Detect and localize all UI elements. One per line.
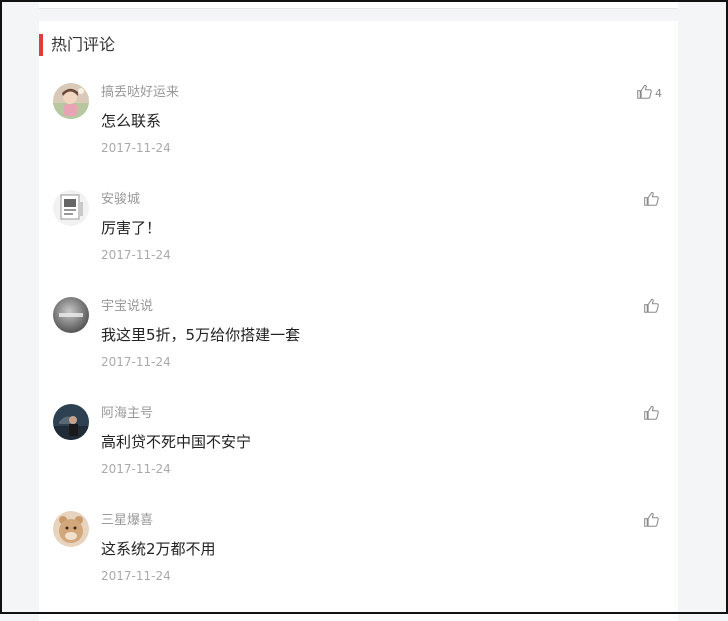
comment-text: 我这里5折，5万给你搭建一套 <box>101 326 301 344</box>
thumbs-up-icon <box>643 190 660 211</box>
comment-date: 2017-11-24 <box>101 462 171 476</box>
comment-username[interactable]: 宇宝说说 <box>101 298 153 316</box>
user-avatar[interactable] <box>53 190 89 226</box>
comment-item: 三星爆喜 这系统2万都不用 2017-11-24 <box>39 511 678 611</box>
comment-text: 高利贷不死中国不安宁 <box>101 433 252 451</box>
comment-text: 怎么联系 <box>101 112 162 130</box>
like-button[interactable] <box>643 511 662 531</box>
comment-text: 这系统2万都不用 <box>101 540 216 558</box>
comment-item: 阿海主号 高利贷不死中国不安宁 2017-11-24 <box>39 404 678 504</box>
comment-item: 搞丢哒好运来 怎么联系 2017-11-24 4 <box>39 83 678 183</box>
comment-item: 宇宝说说 我这里5折，5万给你搭建一套 2017-11-24 <box>39 297 678 397</box>
previous-card <box>39 0 678 9</box>
user-avatar[interactable] <box>53 297 89 333</box>
thumbs-up-icon <box>636 83 653 104</box>
user-avatar[interactable] <box>53 83 89 119</box>
thumbs-up-icon <box>643 297 660 318</box>
thumbs-up-icon <box>643 404 660 425</box>
comment-username[interactable]: 阿海主号 <box>101 405 153 423</box>
comment-username[interactable]: 搞丢哒好运来 <box>101 84 179 102</box>
like-button[interactable] <box>643 297 662 317</box>
comment-date: 2017-11-24 <box>101 141 171 155</box>
section-title: 热门评论 <box>39 34 115 56</box>
comment-date: 2017-11-24 <box>101 248 171 262</box>
like-button[interactable] <box>643 404 662 424</box>
hot-comments-panel: 热门评论 搞丢哒好运来 怎么联系 2017-11-24 4 安骏城 厉害了！ 2… <box>39 21 678 621</box>
like-button[interactable]: 4 <box>636 83 662 103</box>
comment-username[interactable]: 安骏城 <box>101 191 140 209</box>
comment-item: 安骏城 厉害了！ 2017-11-24 <box>39 190 678 290</box>
user-avatar[interactable] <box>53 511 89 547</box>
comment-username[interactable]: 三星爆喜 <box>101 512 153 530</box>
comment-date: 2017-11-24 <box>101 569 171 583</box>
comment-text: 厉害了！ <box>101 219 162 237</box>
thumbs-up-icon <box>643 511 660 532</box>
user-avatar[interactable] <box>53 404 89 440</box>
like-button[interactable] <box>643 190 662 210</box>
comment-date: 2017-11-24 <box>101 355 171 369</box>
like-count: 4 <box>655 86 662 100</box>
